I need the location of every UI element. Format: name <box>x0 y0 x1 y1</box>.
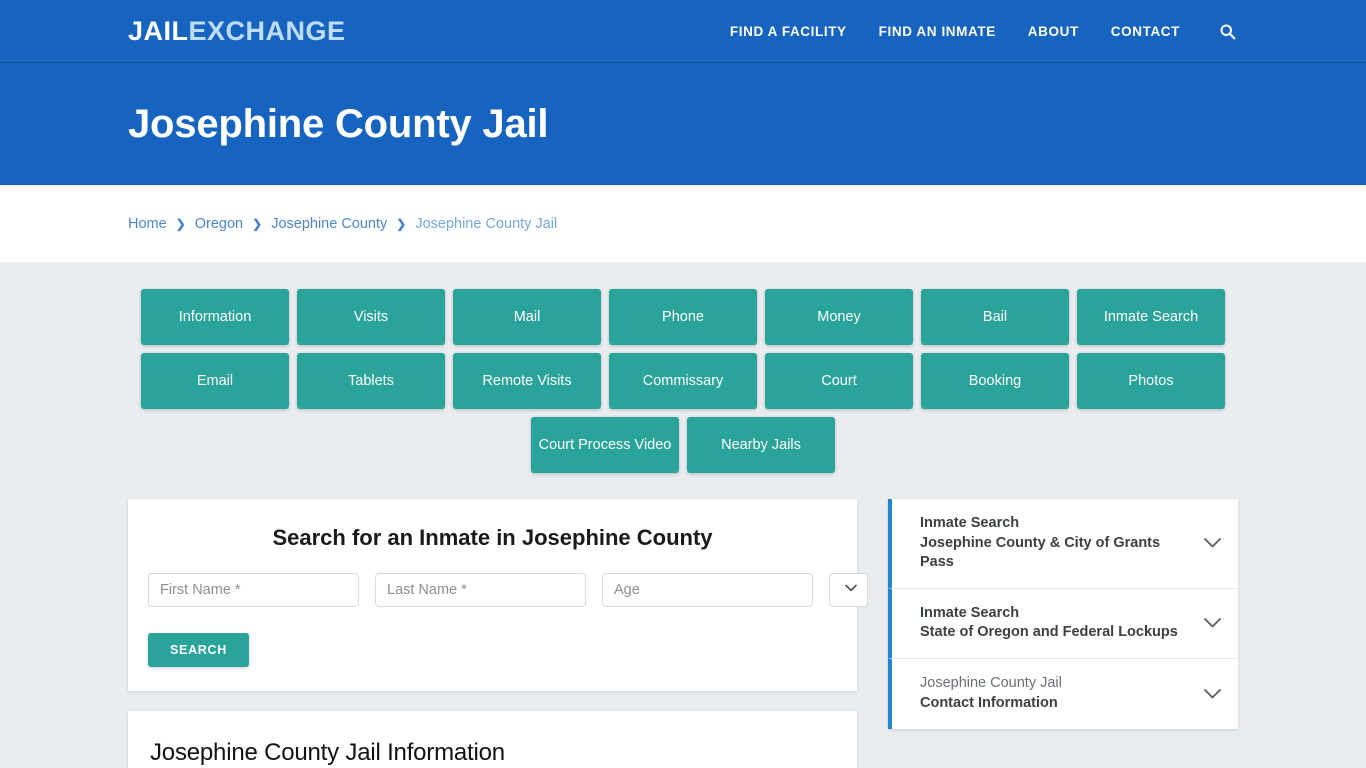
last-name-input[interactable] <box>375 573 586 607</box>
nav-item-find-an-inmate[interactable]: FIND AN INMATE <box>879 24 996 39</box>
accordion-item-inmate-search-county[interactable]: Inmate Search Josephine County & City of… <box>888 499 1238 589</box>
tile-mail[interactable]: Mail <box>453 289 601 345</box>
chevron-down-icon[interactable] <box>1203 688 1222 700</box>
jail-information-heading: Josephine County Jail Information <box>150 739 505 766</box>
breadcrumb-item-home[interactable]: Home <box>128 216 167 232</box>
nav-item-find-a-facility[interactable]: FIND A FACILITY <box>730 24 847 39</box>
breadcrumb-item-oregon[interactable]: Oregon <box>195 216 243 232</box>
accordion-item-text: Josephine County Jail Contact Informatio… <box>920 674 1191 713</box>
accordion-item-line2: Contact Information <box>920 694 1058 711</box>
chevron-down-icon[interactable] <box>1203 617 1222 629</box>
tile-money[interactable]: Money <box>765 289 913 345</box>
tile-email[interactable]: Email <box>141 353 289 409</box>
inmate-search-title: Search for an Inmate in Josephine County <box>272 525 713 550</box>
jail-information-card: Josephine County Jail Information <box>128 711 857 768</box>
tile-commissary[interactable]: Commissary <box>609 353 757 409</box>
accordion-item-line2: Josephine County & City of Grants Pass <box>920 534 1161 571</box>
accordion-item-contact-information[interactable]: Josephine County Jail Contact Informatio… <box>888 658 1238 729</box>
tile-phone[interactable]: Phone <box>609 289 757 345</box>
tile-court[interactable]: Court <box>765 353 913 409</box>
primary-navigation: FIND A FACILITY FIND AN INMATE ABOUT CON… <box>730 20 1238 42</box>
accordion-item-text: Inmate Search Josephine County & City of… <box>920 514 1191 573</box>
tile-court-process-video[interactable]: Court Process Video <box>531 417 679 473</box>
page-title: Josephine County Jail <box>128 102 549 146</box>
chevron-right-icon: ❯ <box>252 216 263 231</box>
first-name-input[interactable] <box>148 573 359 607</box>
nav-item-contact[interactable]: CONTACT <box>1111 24 1180 39</box>
search-icon[interactable] <box>1216 20 1238 42</box>
tile-inmate-search[interactable]: Inmate Search <box>1077 289 1225 345</box>
tile-visits[interactable]: Visits <box>297 289 445 345</box>
logo-text-primary: JAIL <box>128 15 189 46</box>
site-logo[interactable]: JAILEXCHANGE <box>128 15 346 46</box>
page-hero: Josephine County Jail <box>0 63 1366 185</box>
site-header: JAILEXCHANGE FIND A FACILITY FIND AN INM… <box>0 0 1366 63</box>
tile-photos[interactable]: Photos <box>1077 353 1225 409</box>
inmate-search-card: Search for an Inmate in Josephine County… <box>128 499 868 691</box>
age-input[interactable] <box>602 573 813 607</box>
content-columns: Search for an Inmate in Josephine County… <box>128 499 1238 768</box>
breadcrumb-item-josephine-county[interactable]: Josephine County <box>271 216 387 232</box>
inmate-search-fields: Race <box>148 573 868 607</box>
breadcrumb: Home ❯ Oregon ❯ Josephine County ❯ Josep… <box>128 216 557 232</box>
chevron-right-icon: ❯ <box>175 216 186 231</box>
inmate-search-submit-row: SEARCH <box>148 633 837 667</box>
tile-information[interactable]: Information <box>141 289 289 345</box>
race-select-wrapper: Race <box>829 573 868 607</box>
sidebar-column: Inmate Search Josephine County & City of… <box>888 499 1238 729</box>
tile-bail[interactable]: Bail <box>921 289 1069 345</box>
facility-topic-tiles: Information Visits Mail Phone Money Bail… <box>133 289 1233 473</box>
chevron-down-icon[interactable] <box>1203 537 1222 549</box>
logo-text-secondary: EXCHANGE <box>188 15 346 46</box>
accordion-item-text: Inmate Search State of Oregon and Federa… <box>920 604 1191 643</box>
tile-remote-visits[interactable]: Remote Visits <box>453 353 601 409</box>
accordion-item-line1: Josephine County Jail <box>920 675 1062 692</box>
tile-tablets[interactable]: Tablets <box>297 353 445 409</box>
accordion-item-line2: State of Oregon and Federal Lockups <box>920 624 1178 641</box>
accordion-item-inmate-search-state[interactable]: Inmate Search State of Oregon and Federa… <box>888 588 1238 659</box>
breadcrumb-item-current: Josephine County Jail <box>415 215 558 232</box>
search-button[interactable]: SEARCH <box>148 633 249 667</box>
accordion-item-line1: Inmate Search <box>920 604 1020 621</box>
sidebar-accordion: Inmate Search Josephine County & City of… <box>888 499 1238 729</box>
tile-nearby-jails[interactable]: Nearby Jails <box>687 417 835 473</box>
race-select[interactable]: Race <box>829 573 868 607</box>
nav-item-about[interactable]: ABOUT <box>1028 24 1079 39</box>
breadcrumb-bar: Home ❯ Oregon ❯ Josephine County ❯ Josep… <box>0 185 1366 262</box>
main-column: Search for an Inmate in Josephine County… <box>128 499 868 768</box>
chevron-right-icon: ❯ <box>396 216 407 231</box>
accordion-item-line1: Inmate Search <box>920 515 1020 531</box>
page-body: Information Visits Mail Phone Money Bail… <box>0 262 1366 768</box>
tile-booking[interactable]: Booking <box>921 353 1069 409</box>
